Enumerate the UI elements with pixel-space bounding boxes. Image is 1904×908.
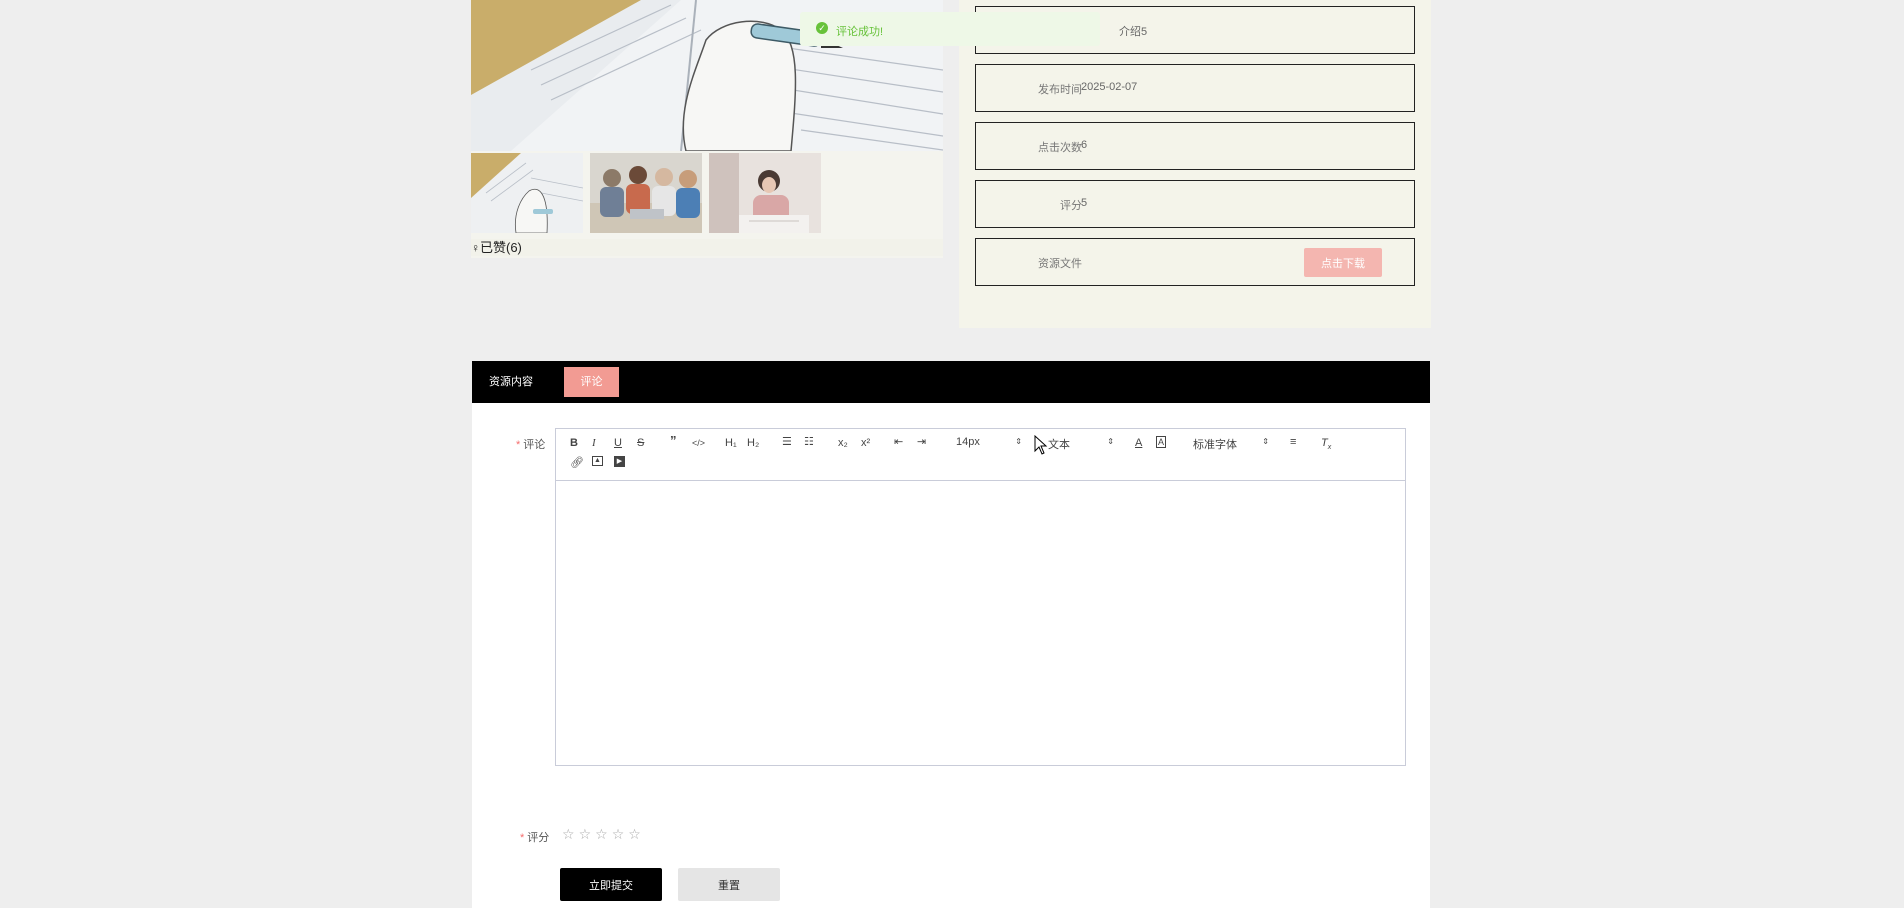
indent-icon[interactable]: ⇥	[917, 435, 926, 449]
reset-button[interactable]: 重置	[678, 868, 780, 901]
subscript-icon[interactable]: x₂	[838, 436, 848, 450]
success-toast: ✓ 评论成功!	[800, 12, 1100, 46]
select-arrows-icon: ⇕	[1262, 437, 1269, 446]
select-arrows-icon: ⇕	[1015, 437, 1022, 446]
clear-format-icon[interactable]: Tx	[1321, 436, 1331, 455]
pin-icon: ♀	[471, 241, 480, 255]
publish-time-value: 2025-02-07	[1081, 81, 1138, 93]
italic-icon[interactable]: I	[592, 436, 596, 450]
publish-time-row: 发布时间 2025-02-07	[975, 64, 1415, 112]
font-color-icon[interactable]: A	[1135, 436, 1142, 450]
code-block-icon[interactable]: </>	[692, 436, 705, 450]
like-status[interactable]: ♀已赞(6)	[471, 239, 943, 256]
underline-icon[interactable]: U	[614, 436, 622, 450]
strikethrough-icon[interactable]: S	[637, 436, 644, 450]
score-row: 评分 5	[975, 180, 1415, 228]
resource-file-row: 资源文件 点击下载	[975, 238, 1415, 286]
star-icon[interactable]: ☆	[562, 826, 575, 842]
tab-comments[interactable]: 评论	[564, 367, 619, 397]
superscript-icon[interactable]: x²	[861, 436, 870, 450]
bullet-list-icon[interactable]: ☷	[804, 435, 814, 449]
rating-stars[interactable]: ☆ ☆ ☆ ☆ ☆	[562, 826, 645, 843]
align-icon[interactable]: ≡	[1290, 435, 1296, 449]
comment-field-label: * 评论	[516, 439, 546, 451]
click-count-value: 6	[1081, 139, 1088, 151]
publish-time-label: 发布时间	[1038, 84, 1082, 96]
rich-text-editor: B I U S ” </> H₁ H₂ ☰ ☷ x₂ x² ⇤ ⇥ 14px ⇕…	[555, 428, 1406, 766]
star-icon[interactable]: ☆	[579, 826, 592, 842]
thumbnail-1[interactable]	[471, 153, 583, 233]
image-icon[interactable]: ▲	[592, 456, 603, 466]
star-icon[interactable]: ☆	[612, 826, 625, 842]
comment-form: * 评论 B I U S ” </> H₁ H₂ ☰ ☷ x₂ x² ⇤ ⇥ 14…	[472, 403, 1430, 908]
intro-value: 介绍5	[1119, 26, 1148, 38]
score-label: 评分	[1060, 200, 1082, 212]
heading-1-icon[interactable]: H₁	[725, 436, 737, 450]
star-icon[interactable]: ☆	[628, 826, 641, 842]
link-icon[interactable]: 🔗︎	[570, 456, 584, 470]
header-select[interactable]: 文本 ⇕	[1048, 436, 1114, 451]
outdent-icon[interactable]: ⇤	[894, 435, 903, 449]
video-icon[interactable]: ▶	[614, 456, 625, 467]
download-button[interactable]: 点击下载	[1304, 248, 1382, 277]
score-value: 5	[1081, 197, 1088, 209]
select-arrows-icon: ⇕	[1107, 437, 1114, 446]
heading-2-icon[interactable]: H₂	[747, 436, 759, 450]
click-count-row: 点击次数 6	[975, 122, 1415, 170]
thumbnail-2[interactable]	[590, 153, 702, 233]
like-label: 已赞(6)	[480, 240, 522, 255]
tab-bar: 资源内容 评论	[472, 361, 1430, 403]
submit-button[interactable]: 立即提交	[560, 868, 662, 901]
font-size-select[interactable]: 14px ⇕	[956, 436, 1022, 450]
blockquote-icon[interactable]: ”	[670, 434, 677, 448]
editor-toolbar: B I U S ” </> H₁ H₂ ☰ ☷ x₂ x² ⇤ ⇥ 14px ⇕…	[556, 429, 1405, 481]
thumbnail-3[interactable]	[709, 153, 821, 233]
background-color-icon[interactable]: A	[1156, 436, 1167, 448]
resource-info-panel: 介绍5 发布时间 2025-02-07 点击次数 6 评分 5 资源文件 点击下…	[959, 0, 1431, 328]
toast-message: 评论成功!	[836, 26, 884, 38]
bold-icon[interactable]: B	[570, 436, 578, 450]
rating-field-label: * 评分	[520, 832, 550, 844]
mouse-cursor-icon	[1034, 435, 1048, 455]
tab-resource-content[interactable]: 资源内容	[480, 367, 542, 397]
check-circle-icon: ✓	[816, 22, 828, 34]
click-count-label: 点击次数	[1038, 142, 1082, 154]
font-family-select[interactable]: 标准字体 ⇕	[1193, 436, 1269, 451]
star-icon[interactable]: ☆	[595, 826, 608, 842]
comment-editor-area[interactable]	[556, 481, 1405, 765]
ordered-list-icon[interactable]: ☰	[782, 435, 792, 449]
resource-file-label: 资源文件	[1038, 258, 1082, 270]
